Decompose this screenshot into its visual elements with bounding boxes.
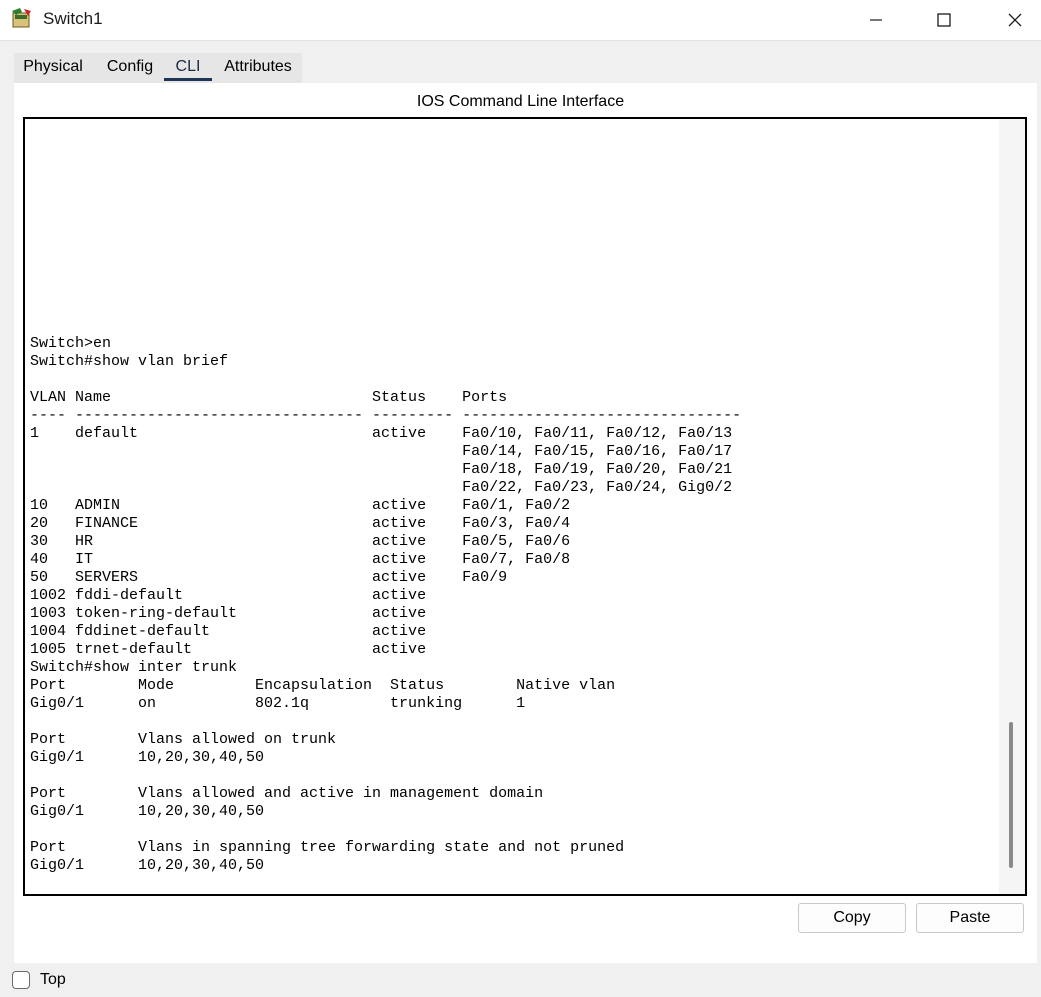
- minimize-icon: [870, 19, 882, 21]
- minimize-button[interactable]: [853, 0, 899, 40]
- cli-terminal[interactable]: Switch>en Switch#show vlan brief VLAN Na…: [23, 117, 1027, 896]
- close-icon: [1008, 13, 1022, 27]
- paste-button[interactable]: Paste: [916, 903, 1024, 933]
- scrollbar-thumb[interactable]: [1009, 722, 1013, 868]
- tab-attributes[interactable]: Attributes: [216, 53, 300, 83]
- maximize-button[interactable]: [921, 0, 967, 40]
- copy-button[interactable]: Copy: [798, 903, 906, 933]
- cisco-switch-icon: [10, 7, 34, 31]
- terminal-output[interactable]: Switch>en Switch#show vlan brief VLAN Na…: [30, 119, 990, 894]
- maximize-icon: [937, 13, 951, 27]
- top-label: Top: [40, 971, 66, 988]
- top-checkbox[interactable]: [12, 971, 30, 989]
- tab-bar: Physical Config CLI Attributes: [14, 53, 302, 83]
- active-tab-indicator: [164, 78, 212, 81]
- terminal-scrollbar[interactable]: [999, 119, 1025, 894]
- close-button[interactable]: [992, 0, 1038, 40]
- window-title: Switch1: [43, 9, 103, 28]
- tab-physical[interactable]: Physical: [14, 53, 92, 83]
- device-window-frame: Physical Config CLI Attributes IOS Comma…: [0, 41, 1041, 997]
- cli-heading: IOS Command Line Interface: [416, 93, 625, 110]
- top-option: Top: [12, 969, 66, 991]
- title-bar: Switch1: [0, 0, 1041, 41]
- tab-config[interactable]: Config: [99, 53, 161, 83]
